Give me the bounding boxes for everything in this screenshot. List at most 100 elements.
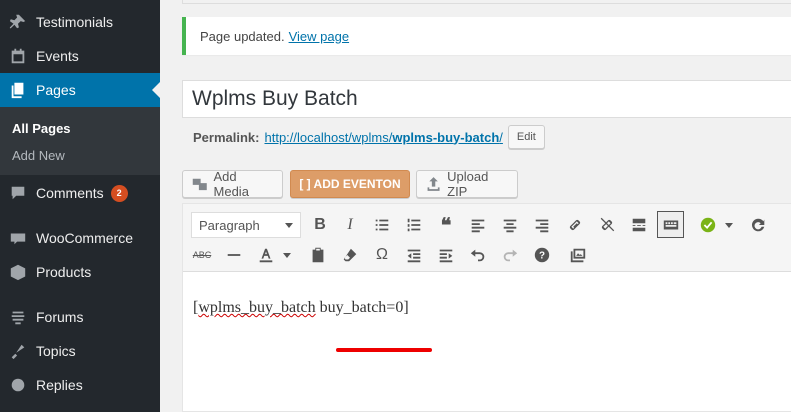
topics-icon <box>0 342 36 360</box>
indent-icon <box>439 249 453 263</box>
redo-button[interactable] <box>497 242 523 268</box>
permalink-row: Permalink: http://localhost/wplms/wplms-… <box>193 125 545 149</box>
admin-sidebar: Testimonials Events Pages All Pages Add … <box>0 0 160 412</box>
read-more-icon <box>632 218 646 232</box>
sidebar-item-forums[interactable]: Forums <box>0 300 160 334</box>
green-check-icon <box>700 217 716 233</box>
blockquote-button[interactable]: ❝ <box>433 212 459 238</box>
link-icon <box>569 219 581 231</box>
shortcode-name: wplms_buy_batch <box>198 299 316 316</box>
gallery-icon <box>570 248 586 263</box>
editor-content[interactable]: [wplms_buy_batch buy_batch=0] <box>193 299 409 317</box>
pages-submenu: All Pages Add New <box>0 107 160 175</box>
bullet-list-button[interactable] <box>369 212 395 238</box>
submenu-add-new[interactable]: Add New <box>12 148 65 163</box>
format-select-value: Paragraph <box>199 217 260 233</box>
addon-button[interactable] <box>695 212 721 238</box>
keyboard-icon <box>663 220 678 229</box>
align-left-icon <box>471 219 485 233</box>
insert-more-button[interactable] <box>626 212 652 238</box>
permalink-prefix: http://localhost/wplms/ <box>264 129 393 145</box>
format-select[interactable]: Paragraph <box>191 212 301 238</box>
forums-icon <box>0 308 36 326</box>
sidebar-item-label: Events <box>36 48 79 64</box>
post-title-input[interactable]: Wplms Buy Batch <box>182 80 791 118</box>
outdent-icon <box>407 249 421 263</box>
content-editor: Paragraph B I ❝ ABC Ω ? [wplms_buy_batch… <box>182 203 791 412</box>
italic-button[interactable]: I <box>337 212 363 238</box>
insert-link-button[interactable] <box>562 212 588 238</box>
sidebar-item-woocommerce[interactable]: WooCommerce <box>0 221 160 255</box>
submenu-all-pages[interactable]: All Pages <box>12 121 71 136</box>
active-arrow <box>152 82 160 98</box>
clipboard-icon <box>312 247 324 263</box>
top-divider <box>182 0 791 4</box>
align-left-button[interactable] <box>465 212 491 238</box>
sidebar-item-products[interactable]: Products <box>0 255 160 289</box>
permalink-link[interactable]: http://localhost/wplms/wplms-buy-batch/ <box>264 130 502 145</box>
update-notice: Page updated. View page <box>182 17 791 55</box>
special-character-button[interactable]: Ω <box>369 242 395 268</box>
svg-text:?: ? <box>539 251 545 262</box>
permalink-label: Permalink: <box>193 129 260 145</box>
redo-icon <box>503 249 518 262</box>
sidebar-item-topics[interactable]: Topics <box>0 334 160 368</box>
add-media-label: Add Media <box>213 169 249 199</box>
sidebar-item-replies[interactable]: Replies <box>0 368 160 402</box>
outdent-button[interactable] <box>401 242 427 268</box>
bold-button[interactable]: B <box>307 212 333 238</box>
sidebar-item-label: Replies <box>36 377 83 393</box>
chevron-down-icon <box>285 222 293 228</box>
align-center-button[interactable] <box>497 212 523 238</box>
box-icon <box>0 263 36 281</box>
sidebar-item-label: Forums <box>36 309 84 325</box>
numbered-list-button[interactable] <box>401 212 427 238</box>
pages-icon <box>0 81 36 99</box>
eraser-icon <box>343 248 357 262</box>
sidebar-item-label: Products <box>36 264 92 280</box>
notice-text: Page updated. <box>200 28 285 44</box>
align-right-button[interactable] <box>529 212 555 238</box>
align-center-icon <box>503 219 517 233</box>
add-eventon-button[interactable]: [ ] ADD EVENTON <box>290 170 410 198</box>
refresh-icon <box>751 218 765 232</box>
sidebar-item-label: Pages <box>36 82 76 98</box>
sidebar-item-testimonials[interactable]: Testimonials <box>0 5 160 39</box>
strikethrough-button[interactable]: ABC <box>189 242 215 268</box>
text-color-button[interactable] <box>253 242 279 268</box>
help-icon: ? <box>534 247 550 263</box>
sidebar-item-label: Testimonials <box>36 14 114 30</box>
add-media-button[interactable]: Add Media <box>182 169 283 199</box>
view-page-link[interactable]: View page <box>289 29 349 44</box>
insert-gallery-button[interactable] <box>565 242 591 268</box>
sidebar-item-pages[interactable]: Pages <box>0 73 160 107</box>
comment-icon <box>0 184 36 202</box>
sidebar-item-label: Topics <box>36 343 76 359</box>
text-color-icon <box>259 248 273 263</box>
upload-icon <box>427 177 440 191</box>
toolbar-toggle-button[interactable] <box>657 211 684 238</box>
undo-button[interactable] <box>465 242 491 268</box>
numbered-list-icon <box>407 218 421 232</box>
pin-icon <box>0 13 36 31</box>
horizontal-line-icon <box>227 254 241 256</box>
addon-dropdown-button[interactable] <box>721 212 737 238</box>
horizontal-line-button[interactable] <box>221 242 247 268</box>
sidebar-item-comments[interactable]: Comments 2 <box>0 176 160 210</box>
editor-toolbar: Paragraph B I ❝ ABC Ω ? <box>183 204 791 272</box>
chevron-down-icon <box>283 252 291 258</box>
paste-text-button[interactable] <box>305 242 331 268</box>
help-button[interactable]: ? <box>529 242 555 268</box>
clear-formatting-button[interactable] <box>337 242 363 268</box>
align-right-icon <box>535 219 549 233</box>
refresh-button[interactable] <box>745 212 771 238</box>
sidebar-item-events[interactable]: Events <box>0 39 160 73</box>
text-color-dropdown[interactable] <box>279 242 295 268</box>
upload-zip-button[interactable]: Upload ZIP <box>416 169 518 199</box>
comment-count-badge: 2 <box>110 184 128 202</box>
indent-button[interactable] <box>433 242 459 268</box>
replies-icon <box>0 376 36 394</box>
unlink-button[interactable] <box>594 212 620 238</box>
sidebar-item-label: WooCommerce <box>36 230 133 246</box>
edit-slug-button[interactable]: Edit <box>507 125 545 149</box>
